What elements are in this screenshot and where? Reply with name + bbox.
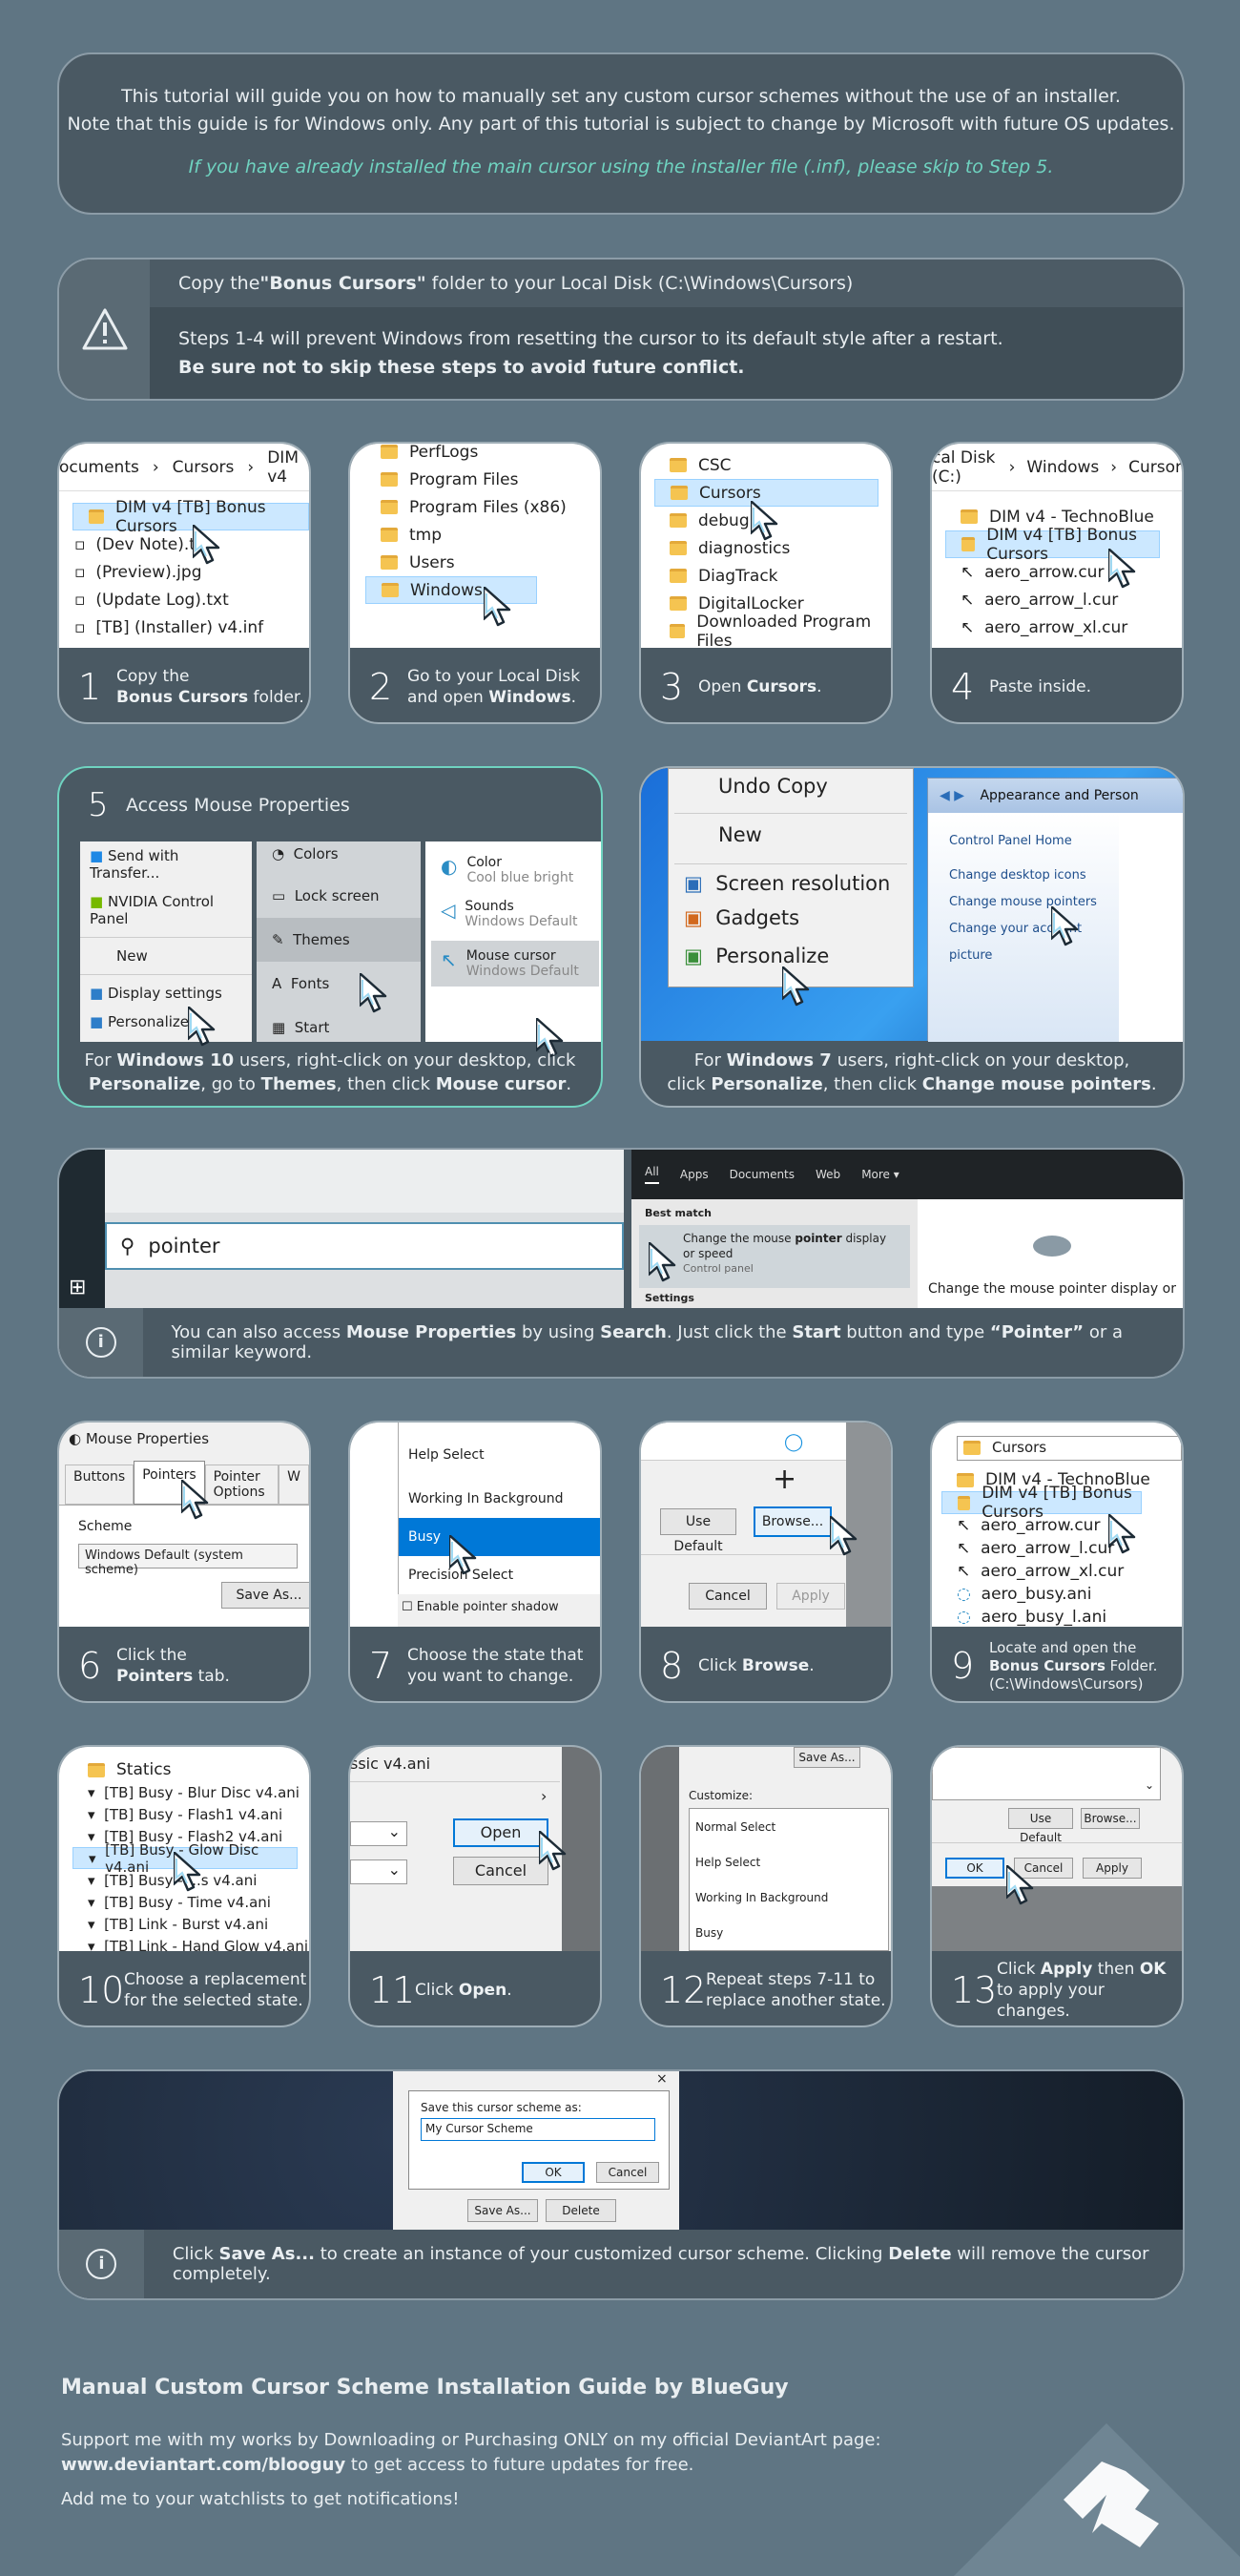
step-5-win10-caption: For Windows 10 users, right-click on you… [84,1050,576,1094]
step-11-tile: ssic v4.ani › ⌄ ⌄ Open Cancel 11 Click O… [348,1745,602,2027]
cursor-icon [193,525,220,565]
step-10-screenshot: Statics ▾ [TB] Busy - Blur Disc v4.ani ▾… [59,1747,309,1951]
step-1-screenshot: ocuments › Cursors › DIM v4 DIM v4 [TB] Bonu… [59,444,309,648]
step-11-screenshot: ssic v4.ani › ⌄ ⌄ Open Cancel [350,1747,600,1951]
info-icon: i [86,2249,117,2279]
step-6-screenshot: ◐ Mouse Properties Buttons Pointers Poin… [59,1423,309,1627]
step-number: 1 [78,666,102,708]
warning-emphasis: Be sure not to skip these steps to avoid… [178,357,745,378]
intro-skip-note: If you have already installed the main c… [188,156,1054,177]
info-icon: i [85,1327,116,1358]
warning-icon [59,260,150,399]
save-tip-card: Save this cursor scheme as: My Cursor Sc… [57,2069,1185,2300]
cursor-icon [830,1516,858,1556]
cursor-icon [174,1852,201,1892]
step-3-tile: CSC Cursors debug diagnostics DiagTrack … [639,442,893,724]
cursor-icon [751,501,778,541]
windows-start-icon[interactable]: ⊞ [69,1276,86,1299]
apply-button[interactable]: Apply [1083,1858,1142,1879]
step-8-screenshot: ◯ + Use Default Browse... Cancel Apply [641,1423,891,1627]
step-4-tile: cal Disk (C:) › Windows › Cursor DIM v4 - Te… [930,442,1184,724]
cursor-icon [649,1242,676,1282]
step-2-tile: PerfLogs Program Files Program Files (x8… [348,442,602,724]
step-12-tile: Save As... Customize: Normal Select Help… [639,1745,893,2027]
cursor-icon [782,966,810,1007]
step-12-screenshot: Save As... Customize: Normal Select Help… [641,1747,891,1951]
save-as-button[interactable]: Save As... [467,2199,538,2222]
theme-options: ◐ Color Cool blue bright ◁ Sounds Windows De… [425,841,601,1042]
cursor-icon [181,1480,209,1520]
search-tip-text: You can also access Mouse Properties by … [171,1322,1124,1362]
warning-card: Copy the "Bonus Cursors" folder to your … [57,258,1185,401]
save-dialog: Save this cursor scheme as: My Cursor Sc… [393,2071,679,2233]
cursor-icon [1108,1514,1136,1554]
search-results: All Apps Documents Web More ▾ Best match Ch… [631,1150,1183,1312]
logo-icon [954,2357,1240,2576]
step-9-tile: Cursors DIM v4 - TechnoBlue DIM v4 [TB] … [930,1421,1184,1703]
intro-line-2: Note that this guide is for Windows only… [67,114,1175,135]
cursor-icon [1006,1865,1034,1905]
cursor-icon [484,587,511,627]
cursor-icon [449,1535,477,1575]
warning-note: Steps 1-4 will prevent Windows from rese… [178,328,1003,349]
deviantart-link[interactable]: www.deviantart.com/blooguy [61,2455,345,2475]
cursor-icon [1108,549,1136,589]
folder-icon [89,509,104,524]
step-2-screenshot: PerfLogs Program Files Program Files (x8… [350,444,600,648]
step-5-title: Access Mouse Properties [126,794,350,816]
intro-line-1: This tutorial will guide you on how to m… [121,86,1121,107]
support-text: Support me with my works by Downloading … [61,2430,881,2450]
step-5-win10-card: 5 Access Mouse Properties ■ Send with Tr… [57,766,603,1108]
settings-list: ◔ Colors ▭ Lock screen ✎ Themes A Fonts … [257,841,421,1042]
warning-instruction: Copy the "Bonus Cursors" folder to your … [150,260,1183,307]
cursor-icon [360,973,387,1013]
browse-button[interactable]: Browse... [754,1506,832,1537]
step-5-win7-caption: For Windows 7 users, right-click on your… [667,1050,1157,1094]
search-tip-card: ⚲ pointer ⊞ All Apps Documents Web More ▾ Be… [57,1148,1185,1379]
cursor-icon [539,1831,567,1871]
step-6-tile: ◐ Mouse Properties Buttons Pointers Poin… [57,1421,311,1703]
step-4-screenshot: cal Disk (C:) › Windows › Cursor DIM v4 - Te… [932,444,1182,648]
step-13-tile: ⌄ Use Default Browse... OK Cancel Apply … [930,1745,1184,2027]
step-7-tile: Help Select Working In Background Busy P… [348,1421,602,1703]
step-3-screenshot: CSC Cursors debug diagnostics DiagTrack … [641,444,891,648]
scheme-name-input[interactable]: My Cursor Scheme [421,2118,655,2141]
save-tip-text: Click Save As... to create an instance o… [172,2244,1149,2284]
step-7-screenshot: Help Select Working In Background Busy P… [350,1423,600,1627]
search-icon: ⚲ [120,1235,135,1257]
step-10-tile: Statics ▾ [TB] Busy - Blur Disc v4.ani ▾… [57,1745,311,2027]
step-8-tile: ◯ + Use Default Browse... Cancel Apply 8… [639,1421,893,1703]
delete-button[interactable]: Delete [546,2199,616,2222]
context-menu: ■ Send with Transfer... ■ NVIDIA Control… [80,841,252,1042]
footer: Manual Custom Cursor Scheme Installation… [61,2376,920,2512]
step-5-win7-card: Undo Copy New ▣ Screen resolution ▣ Gadg… [639,766,1185,1108]
step-13-screenshot: ⌄ Use Default Browse... OK Cancel Apply [932,1747,1182,1951]
search-input[interactable]: ⚲ pointer [105,1222,624,1270]
step-9-screenshot: Cursors DIM v4 - TechnoBlue DIM v4 [TB] … [932,1423,1182,1627]
guide-title: Manual Custom Cursor Scheme Installation… [61,2376,789,2399]
ok-button[interactable]: OK [945,1858,1004,1879]
intro-card: This tutorial will guide you on how to m… [57,52,1185,215]
watchlist-text: Add me to your watchlists to get notific… [61,2489,460,2509]
win7-context-menu: Undo Copy New ▣ Screen resolution ▣ Gadg… [668,768,914,987]
step-1-tile: ocuments › Cursors › DIM v4 DIM v4 [TB] Bonu… [57,442,311,724]
open-button[interactable]: Open [453,1818,548,1847]
cursor-icon [1051,906,1079,946]
cancel-button[interactable]: Cancel [453,1857,548,1885]
